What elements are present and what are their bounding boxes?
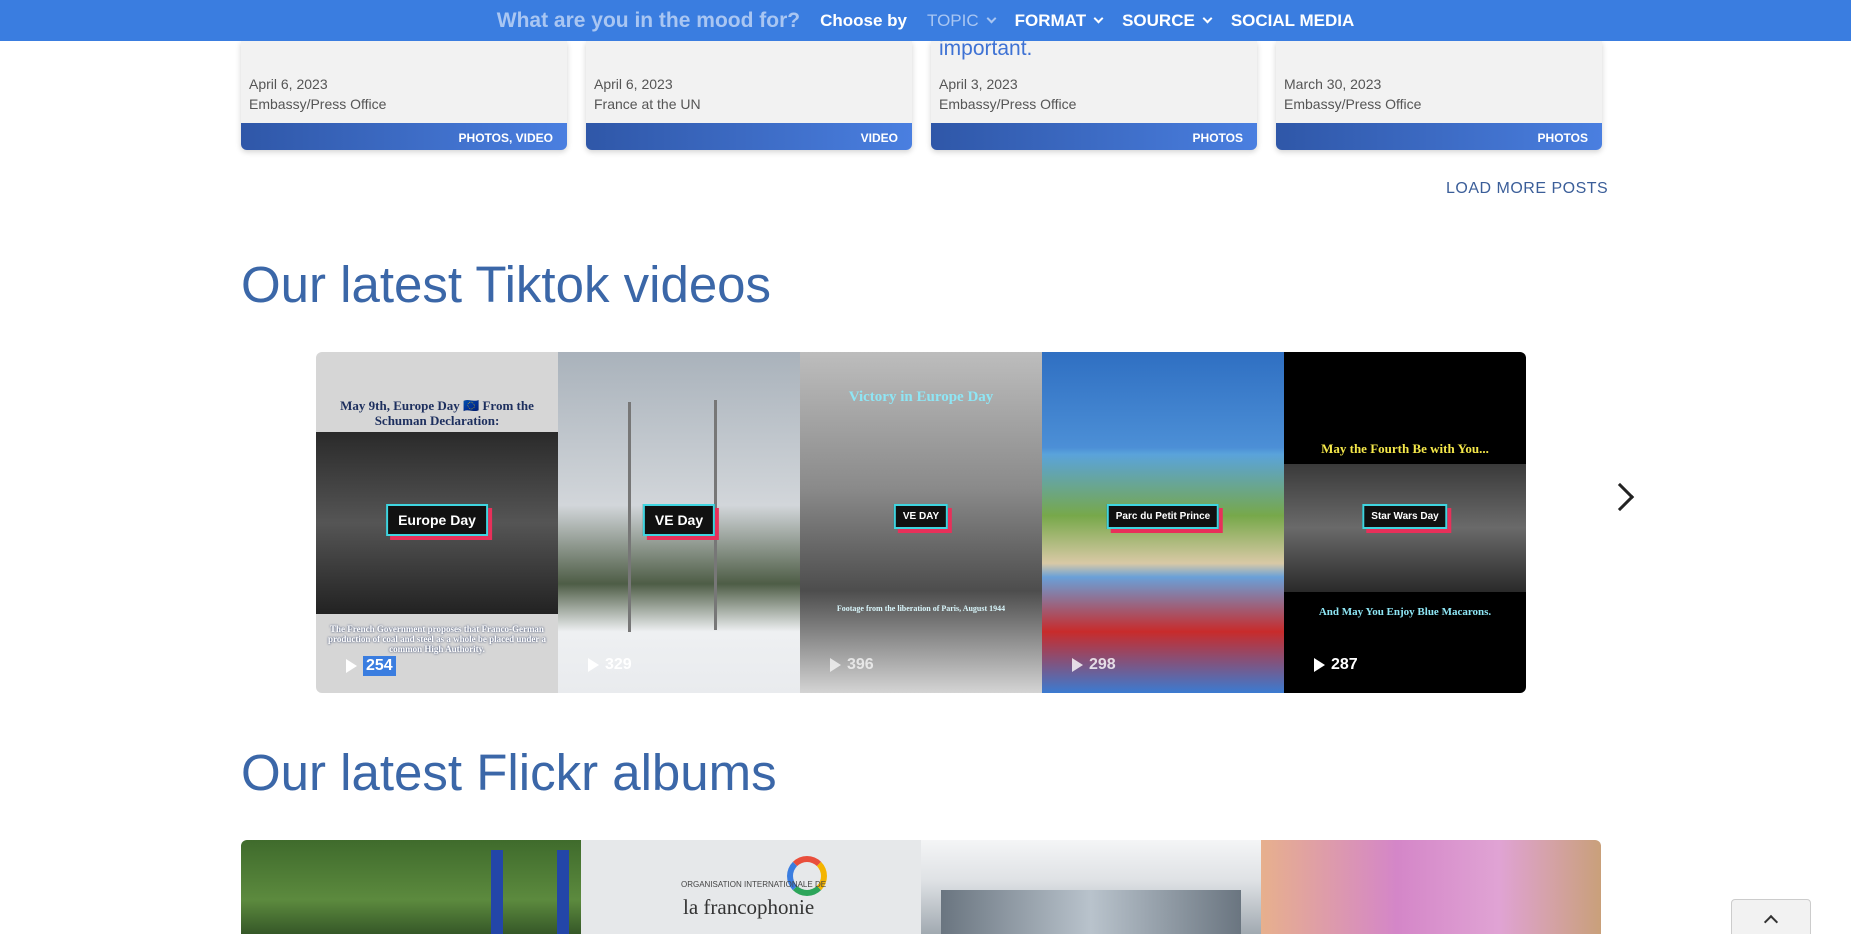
post-source: France at the UN	[594, 96, 701, 112]
mood-prompt: What are you in the mood for?	[496, 8, 801, 32]
load-more-posts-link[interactable]: LOAD MORE POSTS	[1446, 180, 1608, 198]
post-card[interactable]: March 30, 2023 Embassy/Press Office PHOT…	[1276, 41, 1602, 150]
video-caption-top: May the Fourth Be with You...	[1321, 441, 1489, 456]
video-badge: Star Wars Day	[1362, 504, 1448, 529]
source-menu-label: SOURCE	[1122, 10, 1195, 30]
back-to-top-button[interactable]	[1731, 899, 1811, 934]
post-source: Embassy/Press Office	[249, 96, 387, 112]
topic-menu[interactable]: TOPIC	[927, 10, 997, 31]
source-menu[interactable]: SOURCE	[1122, 10, 1213, 31]
post-format-tags: PHOTOS	[1276, 123, 1602, 150]
post-format-tags: PHOTOS, VIDEO	[241, 123, 567, 150]
album-org-line: ORGANISATION INTERNATIONALE DE	[681, 880, 827, 889]
video-badge: Parc du Petit Prince	[1106, 504, 1220, 529]
video-caption-bottom: Footage from the liberation of Paris, Au…	[836, 604, 1006, 613]
play-icon	[1072, 658, 1083, 672]
video-caption-top: Victory in Europe Day	[848, 389, 994, 405]
video-caption-top: May 9th, Europe Day 🇪🇺 From the Schuman …	[340, 398, 534, 428]
flagpole	[628, 402, 631, 632]
flag	[557, 850, 569, 934]
tiktok-carousel: May 9th, Europe Day 🇪🇺 From the Schuman …	[316, 352, 1526, 693]
view-count-value: 254	[363, 656, 396, 676]
tiktok-video-parc-petit-prince[interactable]: Parc du Petit Prince 298	[1042, 352, 1284, 693]
view-count-value: 298	[1089, 656, 1116, 673]
post-date: April 6, 2023	[249, 76, 328, 92]
tiktok-video-europe-day[interactable]: May 9th, Europe Day 🇪🇺 From the Schuman …	[316, 352, 558, 693]
choose-by-label: Choose by	[820, 10, 907, 30]
tiktok-video-star-wars-day[interactable]: May the Fourth Be with You... Star Wars …	[1284, 352, 1526, 693]
view-count: 298	[1072, 656, 1116, 674]
format-menu[interactable]: FORMAT	[1014, 10, 1104, 31]
play-icon	[346, 659, 357, 673]
flickr-album[interactable]	[921, 840, 1261, 934]
post-card[interactable]: important. April 3, 2023 Embassy/Press O…	[931, 37, 1257, 150]
video-badge: VE DAY	[893, 504, 949, 529]
flickr-section-title: Our latest Flickr albums	[241, 744, 777, 801]
flag	[491, 850, 503, 934]
view-count: 287	[1314, 656, 1358, 674]
post-format-tags: PHOTOS	[931, 123, 1257, 150]
chevron-down-icon	[1093, 13, 1104, 23]
post-date: April 6, 2023	[594, 76, 673, 92]
view-count-value: 396	[847, 656, 874, 673]
chevron-down-icon	[986, 13, 997, 23]
post-format-tags: VIDEO	[586, 123, 912, 150]
view-count-value: 287	[1331, 656, 1358, 673]
video-caption-bottom: The French Government proposes that Fran…	[328, 624, 546, 654]
view-count: 254	[346, 656, 396, 676]
post-card[interactable]: April 6, 2023 France at the UN VIDEO	[586, 41, 912, 150]
tiktok-section-title: Our latest Tiktok videos	[241, 256, 772, 313]
tiktok-video-victory-europe[interactable]: Victory in Europe Day VE DAY Footage fro…	[800, 352, 1042, 693]
chevron-down-icon	[1202, 13, 1213, 23]
social-media-menu[interactable]: SOCIAL MEDIA	[1231, 11, 1354, 31]
topic-menu-label: TOPIC	[927, 10, 979, 30]
post-date: April 3, 2023	[939, 76, 1018, 92]
format-menu-label: FORMAT	[1014, 10, 1087, 30]
flickr-album[interactable]	[241, 840, 581, 934]
post-source: Embassy/Press Office	[1284, 96, 1422, 112]
chevron-up-icon	[1763, 914, 1779, 930]
play-icon	[830, 658, 841, 672]
filter-bar: What are you in the mood for? Choose by …	[0, 0, 1851, 41]
video-caption-bottom: And May You Enjoy Blue Macarons.	[1318, 606, 1492, 618]
window-view	[941, 890, 1241, 934]
album-org-name: la francophonie	[683, 895, 815, 919]
flickr-albums: ORGANISATION INTERNATIONALE DE la franco…	[241, 840, 1601, 934]
post-cards: April 6, 2023 Embassy/Press Office PHOTO…	[241, 37, 1603, 150]
post-source: Embassy/Press Office	[939, 96, 1077, 112]
video-badge: Europe Day	[386, 504, 488, 536]
tiktok-video-ve-day[interactable]: VE Day 329	[558, 352, 800, 693]
post-card[interactable]: April 6, 2023 Embassy/Press Office PHOTO…	[241, 41, 567, 150]
view-count: 329	[588, 656, 632, 674]
chevron-right-icon[interactable]	[1605, 482, 1635, 512]
social-media-menu-label: SOCIAL MEDIA	[1230, 10, 1355, 30]
flickr-album[interactable]	[1261, 840, 1601, 934]
play-icon	[588, 658, 599, 672]
francophonie-logo-icon	[787, 856, 827, 896]
flickr-album[interactable]: ORGANISATION INTERNATIONALE DE la franco…	[581, 840, 921, 934]
video-badge: VE Day	[642, 504, 716, 536]
post-date: March 30, 2023	[1284, 76, 1382, 92]
view-count: 396	[830, 656, 874, 674]
view-count-value: 329	[605, 656, 632, 673]
play-icon	[1314, 658, 1325, 672]
